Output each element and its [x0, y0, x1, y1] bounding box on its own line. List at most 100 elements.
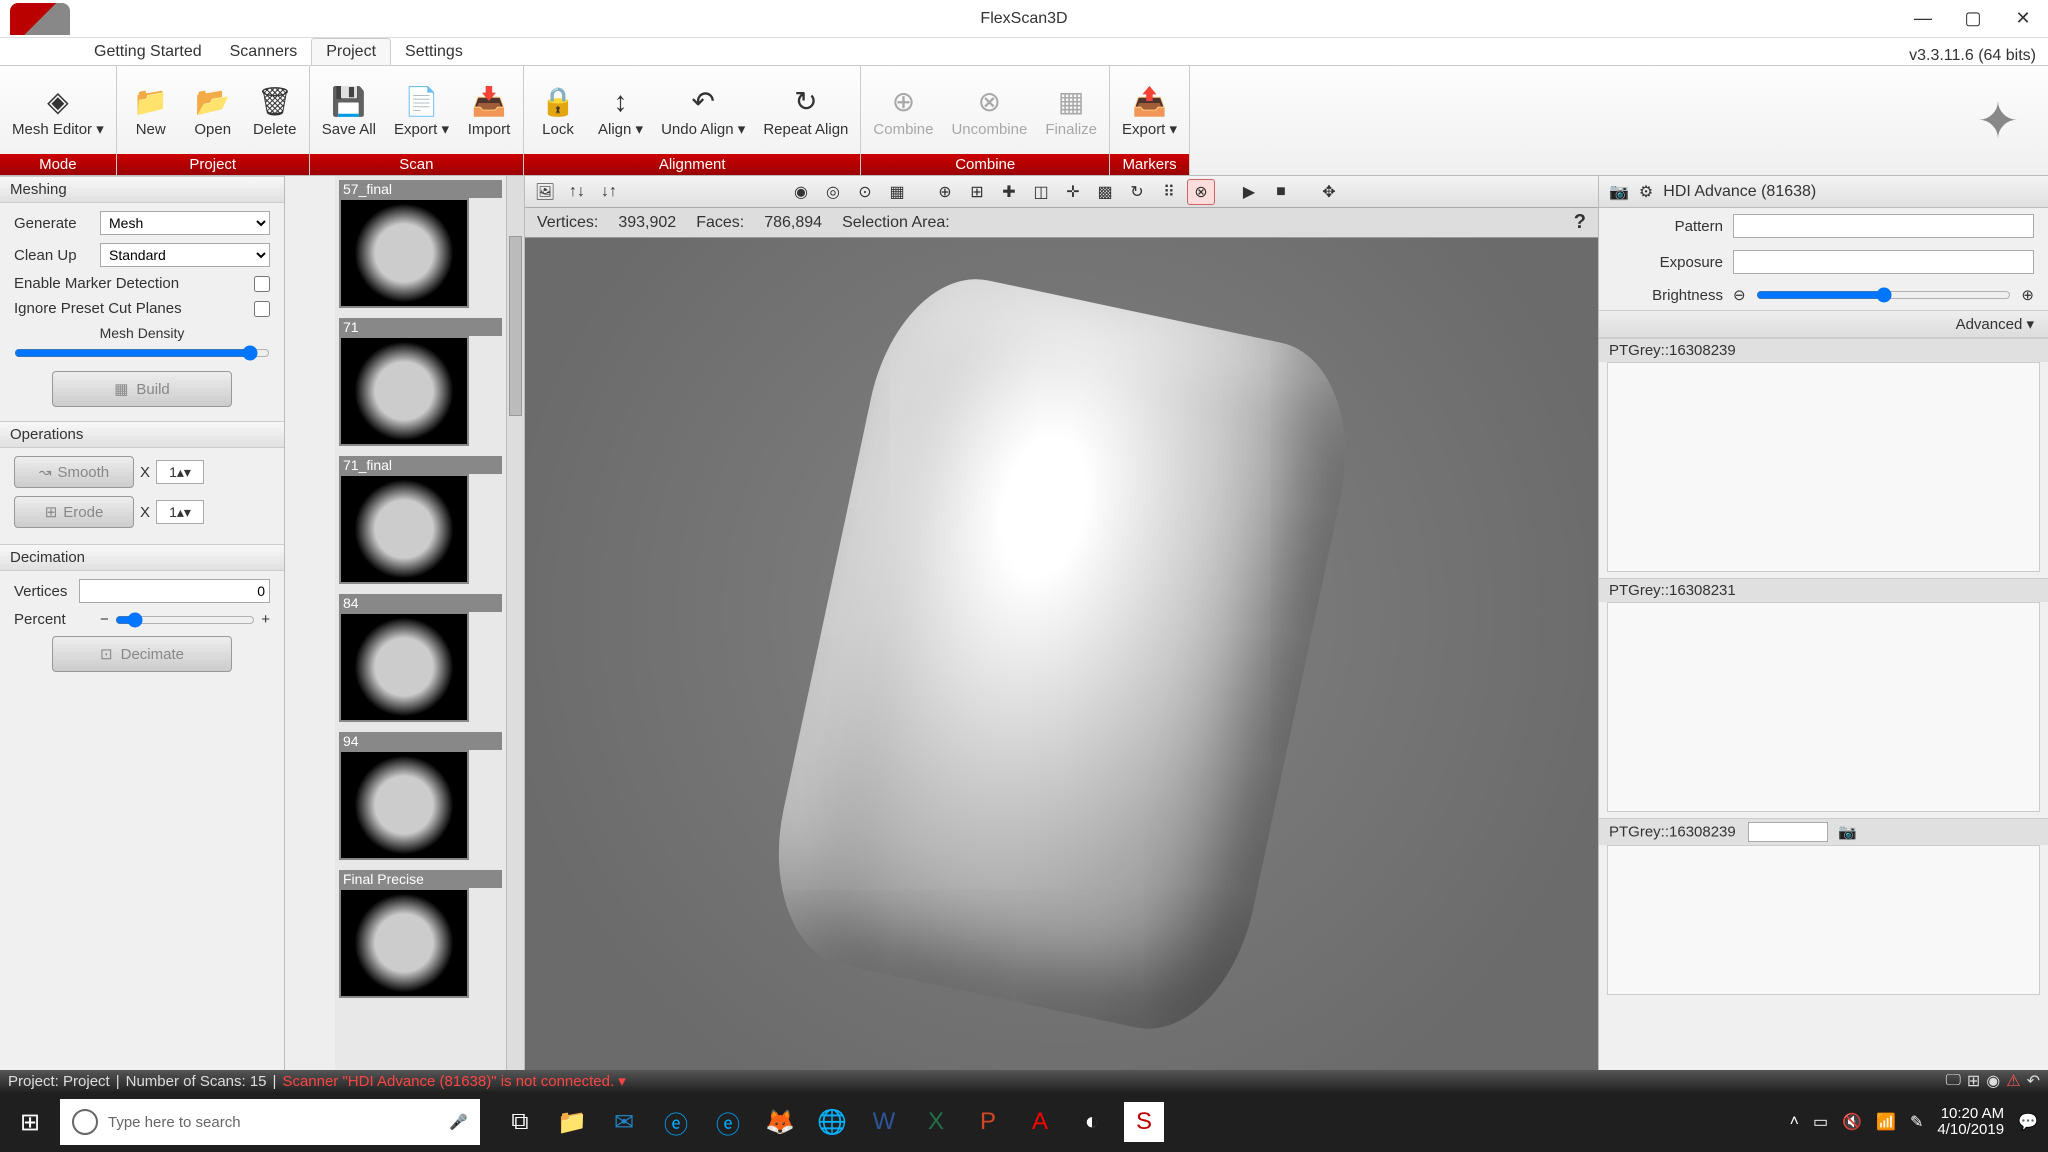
smooth-value[interactable]: 1 ▴▾	[156, 460, 204, 484]
play-icon[interactable]: ▶	[1235, 179, 1263, 205]
ribbon-save-allbutton[interactable]: 💾Save All	[314, 80, 384, 141]
menu-settings[interactable]: Settings	[391, 39, 477, 65]
ie-icon[interactable]: ⓔ	[708, 1102, 748, 1142]
decim-vertices-input[interactable]	[79, 579, 270, 603]
flexscan-taskbar-icon[interactable]: S	[1124, 1102, 1164, 1142]
view-image-icon[interactable]: 🖼	[531, 179, 559, 205]
scan-thumb[interactable]: 84	[339, 594, 502, 722]
ribbon-align-button[interactable]: ↕Align ▾	[590, 80, 651, 141]
scan-thumb[interactable]: 71_final	[339, 456, 502, 584]
mesh-object[interactable]	[754, 262, 1369, 1047]
tray-wifi-icon[interactable]: 📶	[1876, 1112, 1896, 1132]
cam3-field[interactable]	[1748, 822, 1828, 842]
decim-percent-slider[interactable]	[115, 612, 255, 628]
viewport-3d[interactable]	[525, 238, 1598, 1070]
tray-chevron-icon[interactable]: ˄	[1790, 1113, 1799, 1131]
pattern-field[interactable]	[1733, 214, 2034, 238]
outlook-icon[interactable]: ✉	[604, 1102, 644, 1142]
scan-thumb[interactable]: 57_final	[339, 180, 502, 308]
menu-project[interactable]: Project	[311, 38, 391, 65]
ribbon-openbutton[interactable]: 📂Open	[183, 80, 243, 141]
word-icon[interactable]: W	[864, 1102, 904, 1142]
scan-thumb[interactable]: 71	[339, 318, 502, 446]
ribbon-undo-align-button[interactable]: ↶Undo Align ▾	[653, 80, 753, 141]
help-icon[interactable]: ?	[1574, 211, 1586, 234]
taskbar-clock[interactable]: 10:20 AM 4/10/2019	[1937, 1106, 2004, 1139]
shade-wire-icon[interactable]: ◎	[819, 179, 847, 205]
tray-volume-icon[interactable]: 🔇	[1842, 1112, 1862, 1132]
ribbon-deletebutton[interactable]: 🗑Delete	[245, 80, 305, 141]
brightness-plus-icon[interactable]: ⊕	[2021, 286, 2034, 304]
build-button[interactable]: ▦Build	[52, 371, 232, 407]
edge-icon[interactable]: ⓔ	[656, 1102, 696, 1142]
ribbon-newbutton[interactable]: 📁New	[121, 80, 181, 141]
generate-select[interactable]: Mesh	[100, 211, 270, 235]
close-button[interactable]: ✕	[1998, 0, 2048, 38]
tray-icon-2[interactable]: ⊞	[1967, 1071, 1980, 1091]
decimate-button[interactable]: ⊡Decimate	[52, 636, 232, 672]
camera-icon[interactable]: 📷	[1609, 182, 1629, 202]
move-icon[interactable]: ✥	[1315, 179, 1343, 205]
sort-desc-icon[interactable]: ↓↑	[595, 179, 623, 205]
ribbon-export-button[interactable]: 📤Export ▾	[1114, 80, 1185, 141]
tray-icon-3[interactable]: ◉	[1986, 1071, 2000, 1091]
mesh-density-slider[interactable]	[14, 345, 270, 361]
ribbon-mesh-editor-button[interactable]: ◈Mesh Editor ▾	[4, 80, 112, 141]
shade-points-icon[interactable]: ⊙	[851, 179, 879, 205]
tray-warning-icon[interactable]: ⚠	[2006, 1071, 2020, 1091]
thumb-scrollbar[interactable]	[506, 176, 524, 1070]
gear-icon[interactable]: ⚙	[1639, 182, 1653, 202]
checker-icon[interactable]: ▩	[1091, 179, 1119, 205]
tray-undo-icon[interactable]: ↶	[2027, 1071, 2040, 1091]
stop-icon[interactable]: ■	[1267, 179, 1295, 205]
mic-icon[interactable]: 🎤	[449, 1113, 468, 1131]
excel-icon[interactable]: X	[916, 1102, 956, 1142]
axis-icon[interactable]: ✛	[1059, 179, 1087, 205]
ribbon-importbutton[interactable]: 📥Import	[459, 80, 519, 141]
firefox-icon[interactable]: 🦊	[760, 1102, 800, 1142]
minimize-button[interactable]: —	[1898, 0, 1948, 38]
refresh-icon[interactable]: ↻	[1123, 179, 1151, 205]
cam3-photo-icon[interactable]: 📷	[1838, 824, 1857, 841]
scan-thumb[interactable]: 94	[339, 732, 502, 860]
tray-battery-icon[interactable]: ▭	[1813, 1112, 1828, 1132]
advanced-toggle[interactable]: Advanced ▾	[1599, 310, 2048, 338]
smooth-button[interactable]: ↝Smooth	[14, 456, 134, 488]
tray-pen-icon[interactable]: ✎	[1910, 1112, 1923, 1132]
sort-asc-icon[interactable]: ↑↓	[563, 179, 591, 205]
brightness-slider[interactable]	[1756, 287, 2012, 303]
explorer-icon[interactable]: 📁	[552, 1102, 592, 1142]
dots-icon[interactable]: ⠿	[1155, 179, 1183, 205]
maximize-button[interactable]: ▢	[1948, 0, 1998, 38]
taskbar-search[interactable]: Type here to search 🎤	[60, 1099, 480, 1145]
tray-icon-1[interactable]: 🖵	[1945, 1072, 1960, 1090]
acrobat-icon[interactable]: A	[1020, 1102, 1060, 1142]
menu-getting-started[interactable]: Getting Started	[80, 39, 216, 65]
scan-thumb[interactable]: Final Precise	[339, 870, 502, 998]
start-button[interactable]: ⊞	[0, 1092, 60, 1152]
ribbon-lockbutton[interactable]: 🔒Lock	[528, 80, 588, 141]
status-scanner-warning[interactable]: Scanner "HDI Advance (81638)" is not con…	[282, 1072, 625, 1090]
app1-icon[interactable]: ◐	[1072, 1102, 1112, 1142]
menu-scanners[interactable]: Scanners	[216, 39, 312, 65]
pick-icon[interactable]: ⊕	[931, 179, 959, 205]
shade-flat-icon[interactable]: ◉	[787, 179, 815, 205]
grid-icon[interactable]: ▦	[883, 179, 911, 205]
erode-button[interactable]: ⊞Erode	[14, 496, 134, 528]
add-icon[interactable]: ✚	[995, 179, 1023, 205]
erode-value[interactable]: 1 ▴▾	[156, 500, 204, 524]
exposure-field[interactable]	[1733, 250, 2034, 274]
ignore-preset-checkbox[interactable]	[254, 301, 270, 317]
powerpoint-icon[interactable]: P	[968, 1102, 1008, 1142]
grid2-icon[interactable]: ⊞	[963, 179, 991, 205]
cleanup-select[interactable]: Standard	[100, 243, 270, 267]
target-icon[interactable]: ⊗	[1187, 179, 1215, 205]
enable-marker-checkbox[interactable]	[254, 276, 270, 292]
box-icon[interactable]: ◫	[1027, 179, 1055, 205]
brightness-minus-icon[interactable]: ⊖	[1733, 286, 1746, 304]
ribbon-export-button[interactable]: 📄Export ▾	[386, 80, 457, 141]
chrome-icon[interactable]: 🌐	[812, 1102, 852, 1142]
ribbon-repeat-alignbutton[interactable]: ↻Repeat Align	[755, 80, 856, 141]
notifications-icon[interactable]: 💬	[2018, 1112, 2038, 1132]
taskview-icon[interactable]: ⧉	[500, 1102, 540, 1142]
